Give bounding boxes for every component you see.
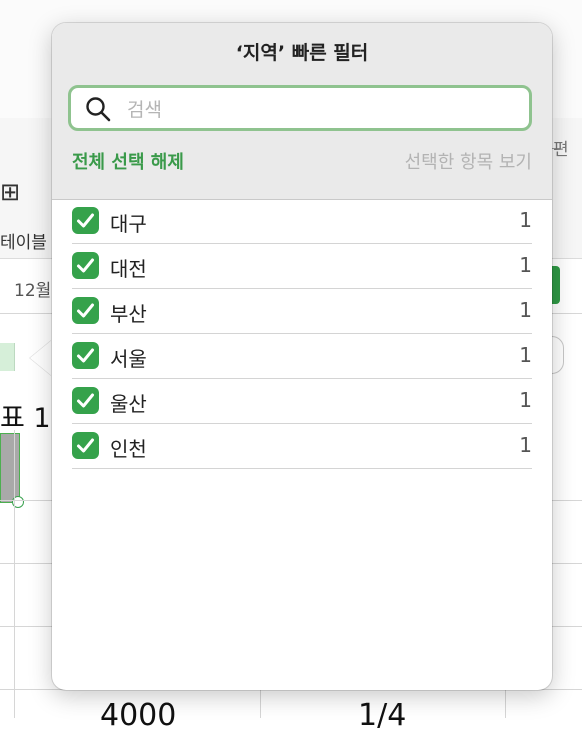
list-item-label: 울산 [110,392,147,416]
grid-line [14,430,15,718]
list-item[interactable]: 서울 1 [72,334,532,379]
checkmark-icon [77,213,94,228]
list-item-count: 1 [519,253,532,277]
list-item-count: 1 [519,388,532,412]
toolbar-right-label[interactable]: 편 [553,135,569,160]
list-item[interactable]: 인천 1 [72,424,532,469]
checkmark-icon [77,258,94,273]
list-item-count: 1 [519,433,532,457]
show-selected-button[interactable]: 선택한 항목 보기 [405,148,532,174]
list-item[interactable]: 대전 1 [72,244,532,289]
search-icon [86,97,111,122]
column-header-cell[interactable] [0,343,15,371]
table-title[interactable]: 표 1 [0,396,51,435]
deselect-all-button[interactable]: 전체 선택 해제 [72,148,184,174]
selected-header-cell[interactable] [0,433,20,503]
popover-arrow [30,340,52,376]
popover-header: ‘지역’ 빠른 필터 전체 선택 해제 선택한 항목 보기 [52,23,552,200]
list-item-label: 대구 [110,212,147,236]
list-item[interactable]: 부산 1 [72,289,532,334]
checkbox-checked[interactable] [72,252,99,279]
checkbox-checked[interactable] [72,387,99,414]
list-item-label: 부산 [110,302,147,326]
checkmark-icon [77,348,94,363]
checkmark-icon [77,438,94,453]
search-field[interactable] [68,85,532,131]
checkbox-checked[interactable] [72,342,99,369]
list-item-label: 서울 [110,347,147,371]
quick-filter-popover: ‘지역’ 빠른 필터 전체 선택 해제 선택한 항목 보기 대구 1 대전 1 … [52,23,552,690]
checkmark-icon [77,303,94,318]
popover-title: ‘지역’ 빠른 필터 [235,42,369,64]
table-cell[interactable]: 1/4 [358,698,406,733]
filter-value-list: 대구 1 대전 1 부산 1 서울 1 울산 1 인천 1 [72,199,532,469]
checkbox-checked[interactable] [72,432,99,459]
checkbox-checked[interactable] [72,207,99,234]
list-item-label: 대전 [110,257,147,281]
table-tool-icon[interactable]: ⊞ [0,178,20,206]
list-item-count: 1 [519,298,532,322]
checkmark-icon [77,393,94,408]
list-item[interactable]: 울산 1 [72,379,532,424]
list-item-label: 인천 [110,437,147,461]
list-item[interactable]: 대구 1 [72,199,532,244]
table-cell[interactable]: 4000 [100,698,176,733]
checkbox-checked[interactable] [72,297,99,324]
table-tool-label[interactable]: 테이블 [0,228,47,253]
search-input[interactable] [125,94,509,126]
list-item-count: 1 [519,343,532,367]
list-item-count: 1 [519,208,532,232]
format-value-label[interactable]: 12월 [14,276,51,301]
